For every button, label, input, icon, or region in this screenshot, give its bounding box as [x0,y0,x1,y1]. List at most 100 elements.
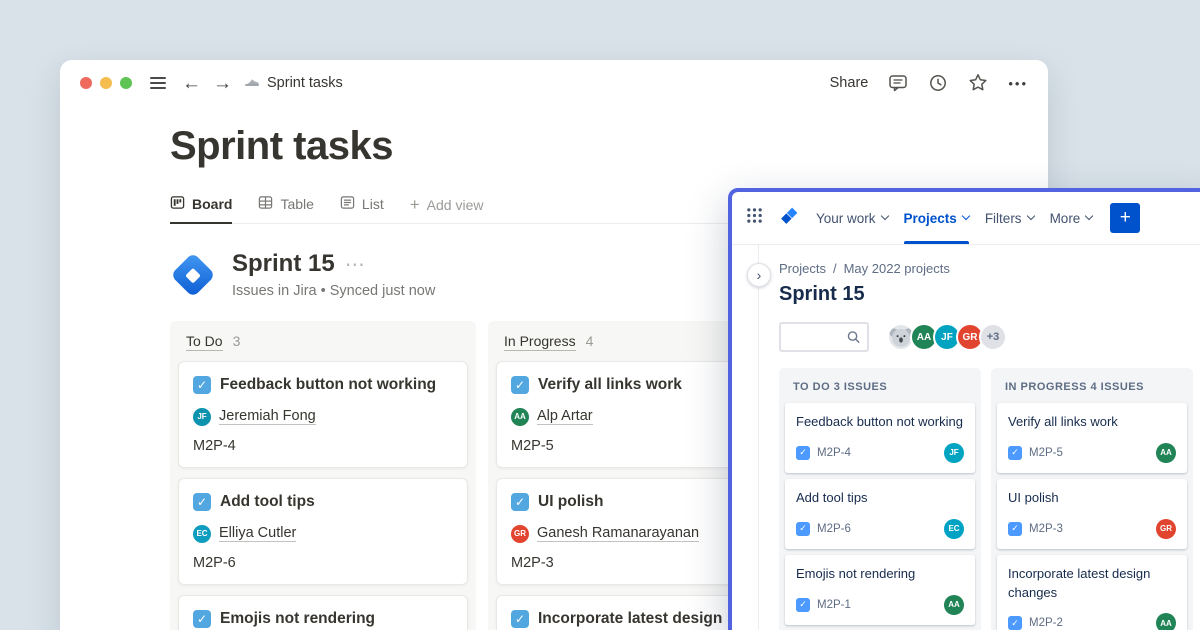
tab-table[interactable]: Table [258,195,313,224]
avatar: JF [193,408,211,426]
collapsed-sidebar [732,245,759,630]
avatar[interactable]: EC [944,519,964,539]
collection-title: Sprint 15 [232,250,335,278]
task-type-icon: ✓ [796,522,810,536]
issue-card[interactable]: Verify all links work ✓ M2P-5 AA [997,403,1187,473]
share-button[interactable]: Share [830,75,869,91]
task-type-icon: ✓ [1008,446,1022,460]
back-arrow-icon[interactable]: ← [182,74,201,93]
favorite-star-icon[interactable] [968,73,988,93]
create-button[interactable]: + [1110,203,1140,233]
breadcrumb: Projects / May 2022 projects [779,261,1200,276]
notion-column-todo: To Do 3 ✓ Feedback button not working JF… [170,321,476,630]
sidebar-menu-icon[interactable] [150,77,166,89]
forward-arrow-icon[interactable]: → [213,74,232,93]
minimize-window-button[interactable] [100,77,112,89]
issue-key: M2P-1 [817,599,851,611]
checked-checkbox[interactable]: ✓ [511,610,529,628]
document-title: Sprint tasks [267,75,343,91]
column-name[interactable]: To Do [186,333,223,351]
task-type-icon: ✓ [796,598,810,612]
chevron-down-icon [962,212,970,220]
avatar: AA [511,408,529,426]
breadcrumb-projects[interactable]: Projects [779,261,826,276]
sneaker-icon [244,73,260,93]
avatar[interactable]: AA [944,595,964,615]
issue-card[interactable]: Add tool tips ✓ M2P-6 EC [785,479,975,549]
collection-sync-status: Issues in Jira • Synced just now [232,283,435,299]
history-clock-icon[interactable] [928,73,948,93]
column-header: TO DO 3 ISSUES [785,368,975,403]
task-card[interactable]: ✓ Emojis not rendering AA Alp Artar M2P-… [178,595,468,630]
checked-checkbox[interactable]: ✓ [193,610,211,628]
nav-your-work[interactable]: Your work [816,192,888,244]
tab-board[interactable]: Board [170,195,232,224]
issue-card[interactable]: Emojis not rendering ✓ M2P-1 AA [785,555,975,625]
jira-column-todo: TO DO 3 ISSUES Feedback button not worki… [779,368,981,630]
collection-more-icon[interactable]: ⋯ [345,252,366,277]
checked-checkbox[interactable]: ✓ [511,376,529,394]
issue-id: M2P-4 [193,438,453,454]
breadcrumb[interactable]: Sprint tasks [244,73,343,93]
search-icon [846,330,861,345]
issue-card[interactable]: Incorporate latest design changes ✓ M2P-… [997,555,1187,630]
issue-key: M2P-2 [1029,617,1063,629]
tab-list[interactable]: List [340,195,384,224]
avatar-overflow-badge[interactable]: +3 [979,323,1007,351]
comments-icon[interactable] [888,73,908,93]
column-name[interactable]: In Progress [504,333,576,351]
close-window-button[interactable] [80,77,92,89]
issue-card[interactable]: Feedback button not working ✓ M2P-4 JF [785,403,975,473]
breadcrumb-may-2022-projects[interactable]: May 2022 projects [844,261,950,276]
plus-icon: + [1120,207,1131,229]
issue-key: M2P-4 [817,447,851,459]
jira-logo-icon[interactable] [779,205,800,231]
table-view-icon [258,195,273,213]
nav-projects[interactable]: Projects [904,192,969,244]
task-type-icon: ✓ [1008,522,1022,536]
nav-filters[interactable]: Filters [985,192,1034,244]
column-header: IN PROGRESS 4 ISSUES [997,368,1187,403]
chevron-down-icon [880,212,888,220]
avatar[interactable]: JF [944,443,964,463]
app-switcher-grid-icon[interactable] [746,207,763,229]
list-view-icon [340,195,355,213]
checked-checkbox[interactable]: ✓ [193,493,211,511]
add-view-button[interactable]: + Add view [410,197,484,224]
plus-icon: + [410,198,420,212]
avatar: GR [511,525,529,543]
desktop-background: ← → Sprint tasks Share ••• [0,0,1200,630]
assignee-link[interactable]: Elliya Cutler [219,525,296,542]
jira-collection-icon [170,252,216,298]
task-card[interactable]: ✓ Add tool tips EC Elliya Cutler M2P-6 [178,478,468,585]
task-type-icon: ✓ [1008,616,1022,630]
expand-sidebar-button[interactable]: › [747,263,771,287]
zoom-window-button[interactable] [120,77,132,89]
chevron-down-icon [1085,212,1093,220]
assignee-link[interactable]: Jeremiah Fong [219,408,316,425]
window-controls [80,77,132,89]
jira-board: TO DO 3 ISSUES Feedback button not worki… [779,368,1200,630]
issue-key: M2P-6 [817,523,851,535]
assignee-link[interactable]: Ganesh Ramanarayanan [537,525,699,542]
avatar[interactable]: GR [1156,519,1176,539]
board-view-icon [170,195,185,213]
issue-card[interactable]: UI polish ✓ M2P-3 GR [997,479,1187,549]
task-type-icon: ✓ [796,446,810,460]
notion-titlebar: ← → Sprint tasks Share ••• [60,60,1048,106]
issue-key: M2P-5 [1029,447,1063,459]
avatar[interactable]: AA [1156,443,1176,463]
issue-key: M2P-3 [1029,523,1063,535]
jira-window: Your work Projects Filters More + › Proj… [728,188,1200,630]
nav-more[interactable]: More [1050,192,1093,244]
checked-checkbox[interactable]: ✓ [193,376,211,394]
column-count: 4 [586,333,594,349]
breadcrumb-separator: / [833,261,837,276]
checked-checkbox[interactable]: ✓ [511,493,529,511]
avatar[interactable]: AA [1156,613,1176,630]
more-options-icon[interactable]: ••• [1008,76,1028,91]
jira-column-inprogress: IN PROGRESS 4 ISSUES Verify all links wo… [991,368,1193,630]
assignee-link[interactable]: Alp Artar [537,408,593,425]
jira-topbar: Your work Projects Filters More + [732,192,1200,244]
task-card[interactable]: ✓ Feedback button not working JF Jeremia… [178,361,468,468]
